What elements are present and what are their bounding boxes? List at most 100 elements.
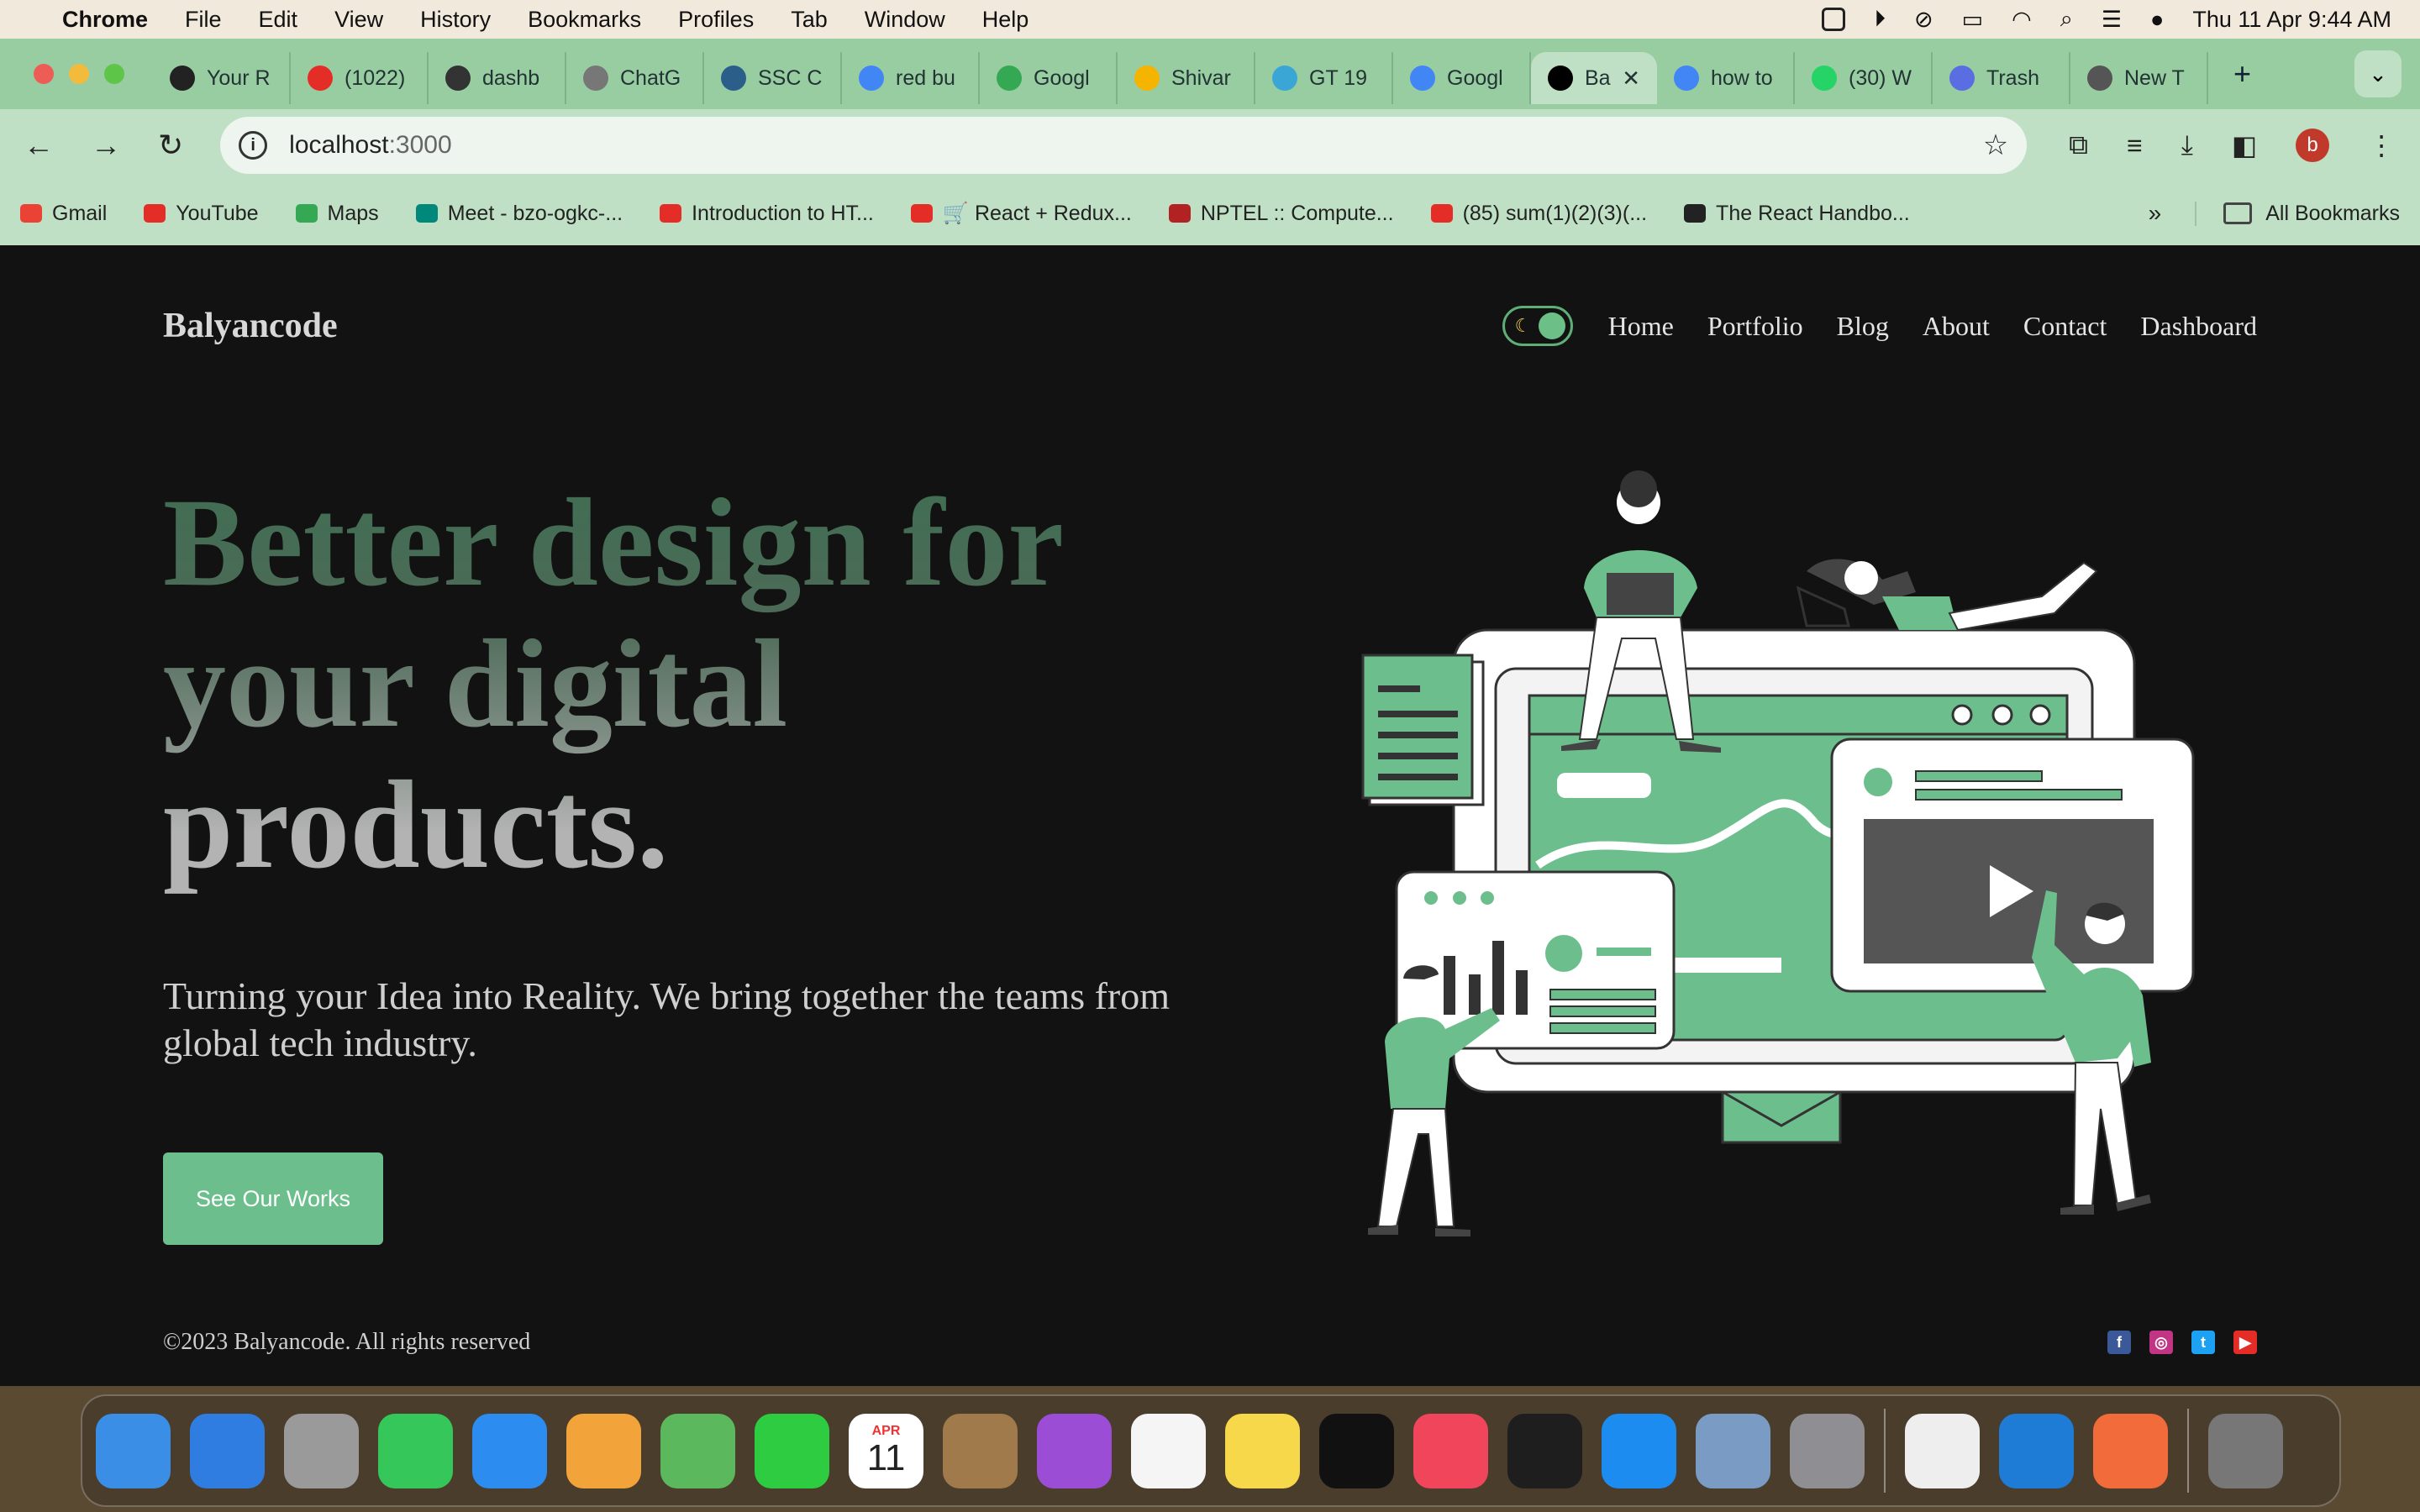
menubar-clock[interactable]: Thu 11 Apr 9:44 AM <box>2192 7 2391 33</box>
nav-portfolio[interactable]: Portfolio <box>1707 311 1803 342</box>
app-store-icon[interactable] <box>1602 1413 1676 1488</box>
photos-icon[interactable] <box>566 1413 641 1488</box>
menu-edit[interactable]: Edit <box>259 7 298 33</box>
menu-window[interactable]: Window <box>865 7 945 33</box>
bookmark-star-icon[interactable]: ☆ <box>1983 129 2008 162</box>
bookmark-item[interactable]: The React Handbo... <box>1684 202 1910 226</box>
extensions-icon[interactable]: ⧉ <box>2069 129 2088 161</box>
reminders-icon[interactable] <box>1131 1413 1206 1488</box>
podcasts-icon[interactable] <box>1037 1413 1112 1488</box>
browser-tab[interactable]: Googl <box>980 52 1118 104</box>
menu-profiles[interactable]: Profiles <box>678 7 754 33</box>
bookmark-item[interactable]: Gmail <box>20 202 107 226</box>
bookmark-item[interactable]: (85) sum(1)(2)(3)(... <box>1430 202 1647 226</box>
browser-tab[interactable]: Ba ✕ <box>1531 52 1657 104</box>
spotlight-search-icon[interactable]: ⌕ <box>2060 6 2073 33</box>
calendar-icon[interactable]: APR 11 <box>849 1413 923 1488</box>
facebook-icon[interactable]: f <box>2107 1331 2131 1354</box>
instagram-icon[interactable]: ◎ <box>2149 1331 2173 1354</box>
battery-icon[interactable]: ▭ <box>1962 7 1984 33</box>
play-icon[interactable]: ⏵ <box>1874 6 1886 33</box>
notes-icon[interactable] <box>1225 1413 1300 1488</box>
control-center-icon[interactable]: ☰ <box>2102 7 2122 33</box>
menu-help[interactable]: Help <box>982 7 1029 33</box>
nav-about[interactable]: About <box>1923 311 1990 342</box>
sidebar-toggle-icon[interactable] <box>1822 8 1846 31</box>
music-icon[interactable] <box>1413 1413 1488 1488</box>
browser-tab[interactable]: Your R <box>153 52 291 104</box>
reload-icon[interactable]: ↻ <box>158 128 183 163</box>
menu-tab[interactable]: Tab <box>791 7 828 33</box>
zoom-window-button[interactable] <box>104 64 124 84</box>
pen-app-icon[interactable] <box>2093 1413 2168 1488</box>
all-bookmarks-button[interactable]: All Bookmarks <box>2195 201 2400 226</box>
new-tab-button[interactable]: + <box>2233 56 2251 92</box>
messages-icon[interactable] <box>378 1413 453 1488</box>
nav-home[interactable]: Home <box>1608 311 1674 342</box>
browser-tab[interactable]: how to <box>1657 52 1795 104</box>
browser-tab[interactable]: ChatG <box>566 52 704 104</box>
bookmark-item[interactable]: Maps <box>295 202 379 226</box>
nav-contact[interactable]: Contact <box>2023 311 2107 342</box>
bookmark-item[interactable]: 🛒 React + Redux... <box>910 202 1132 226</box>
close-tab-icon[interactable]: ✕ <box>1622 66 1640 92</box>
system-settings-icon[interactable] <box>1790 1413 1865 1488</box>
nav-dashboard[interactable]: Dashboard <box>2140 311 2257 342</box>
menu-view[interactable]: View <box>334 7 383 33</box>
finder-icon[interactable] <box>96 1413 171 1488</box>
youtube-icon[interactable]: ▶ <box>2233 1331 2257 1354</box>
side-panel-icon[interactable]: ◧ <box>2232 129 2257 161</box>
menu-app-name[interactable]: Chrome <box>62 7 148 33</box>
chrome-menu-icon[interactable]: ⋮ <box>2368 129 2395 161</box>
site-logo[interactable]: Balyancode <box>163 306 338 346</box>
nav-blog[interactable]: Blog <box>1837 311 1889 342</box>
chrome-icon[interactable] <box>1905 1413 1980 1488</box>
launchpad-icon[interactable] <box>284 1413 359 1488</box>
bookmark-favicon-icon <box>1684 204 1707 223</box>
safari-icon[interactable] <box>190 1413 265 1488</box>
terminal-icon[interactable] <box>1507 1413 1582 1488</box>
vscode-icon[interactable] <box>1999 1413 2074 1488</box>
mail-icon[interactable] <box>472 1413 547 1488</box>
preview-icon[interactable] <box>1696 1413 1770 1488</box>
browser-tab[interactable]: dashb <box>429 52 566 104</box>
download-icon[interactable]: ⤓ <box>2181 129 2193 161</box>
browser-tab[interactable]: Shivar <box>1118 52 1255 104</box>
menu-history[interactable]: History <box>420 7 491 33</box>
minimize-window-button[interactable] <box>69 64 89 84</box>
tab-search-button[interactable]: ⌄ <box>2354 50 2402 97</box>
tv-icon[interactable] <box>1319 1413 1394 1488</box>
maps-icon[interactable] <box>660 1413 735 1488</box>
profile-avatar[interactable]: b <box>2296 129 2330 162</box>
wifi-icon[interactable]: ◠ <box>2012 7 2032 33</box>
contacts-icon[interactable] <box>943 1413 1018 1488</box>
back-arrow-icon[interactable]: ← <box>24 128 54 163</box>
facetime-icon[interactable] <box>755 1413 829 1488</box>
twitter-icon[interactable]: t <box>2191 1331 2215 1354</box>
media-controls-icon[interactable]: ≡ <box>2127 130 2143 161</box>
browser-tab[interactable]: Trash <box>1933 52 2070 104</box>
browser-tab[interactable]: red bu <box>842 52 980 104</box>
site-info-icon[interactable]: i <box>239 131 268 160</box>
browser-tab[interactable]: (30) W <box>1795 52 1933 104</box>
browser-tab[interactable]: (1022) <box>291 52 429 104</box>
see-our-works-button[interactable]: See Our Works <box>163 1152 383 1245</box>
mic-off-icon[interactable]: ⊘ <box>1914 7 1933 33</box>
browser-tab[interactable]: SSC C <box>704 52 842 104</box>
browser-tab[interactable]: Googl <box>1393 52 1531 104</box>
address-bar[interactable]: i localhost:3000 ☆ <box>220 117 2028 174</box>
bookmark-item[interactable]: NPTEL :: Compute... <box>1168 202 1394 226</box>
theme-toggle[interactable]: ☾ <box>1502 306 1573 346</box>
bookmark-item[interactable]: YouTube <box>144 202 259 226</box>
bookmark-item[interactable]: Introduction to HT... <box>660 202 874 226</box>
browser-tab[interactable]: GT 19 <box>1255 52 1393 104</box>
forward-arrow-icon[interactable]: → <box>91 128 121 163</box>
menu-bookmarks[interactable]: Bookmarks <box>528 7 641 33</box>
close-window-button[interactable] <box>34 64 54 84</box>
menu-file[interactable]: File <box>185 7 222 33</box>
siri-icon[interactable]: ● <box>2150 7 2164 33</box>
more-bookmarks-icon[interactable]: » <box>2149 200 2162 227</box>
bookmark-item[interactable]: Meet - bzo-ogkc-... <box>415 202 623 226</box>
trash-icon[interactable] <box>2208 1413 2283 1488</box>
browser-tab[interactable]: New T <box>2070 52 2208 104</box>
